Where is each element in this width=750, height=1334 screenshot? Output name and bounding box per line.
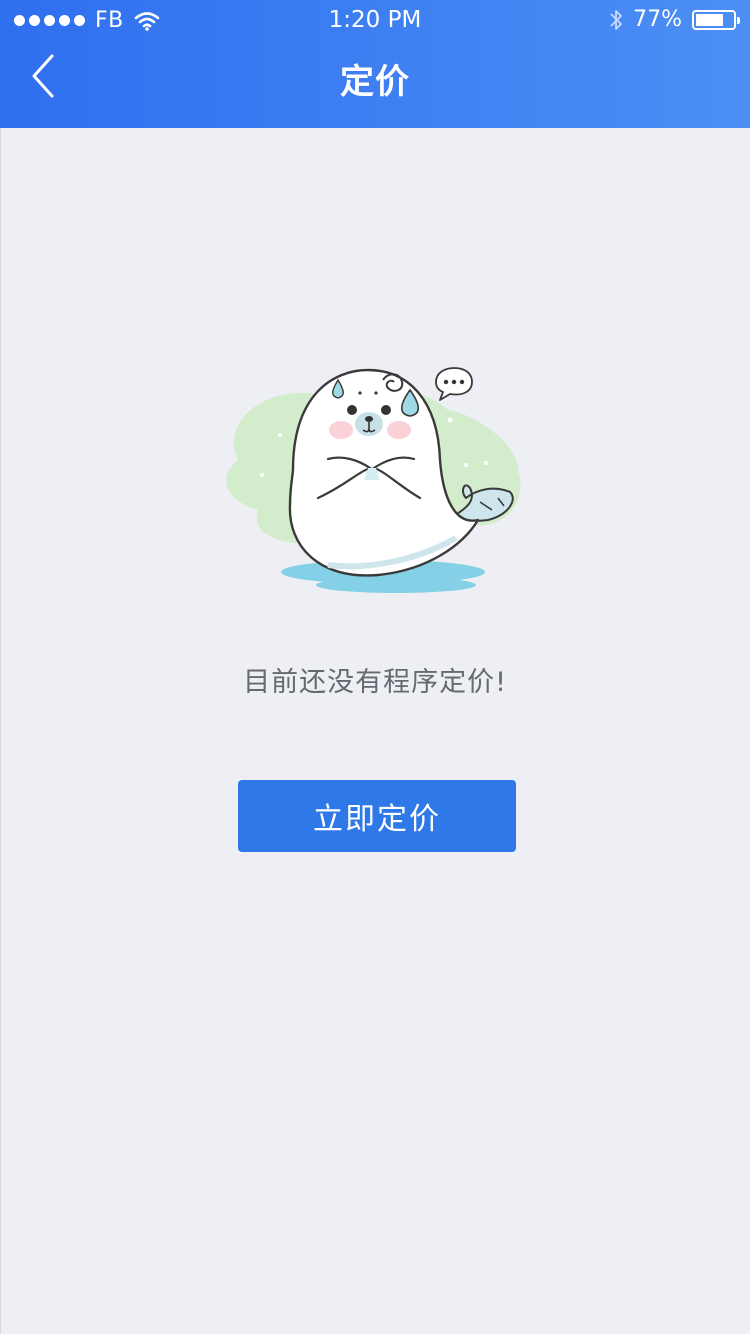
- battery-percent: 77%: [633, 7, 682, 32]
- price-now-button[interactable]: 立即定价: [238, 780, 516, 852]
- empty-state-message: 目前还没有程序定价!: [243, 667, 507, 698]
- seal-illustration: [226, 367, 521, 593]
- status-right: 77%: [609, 7, 740, 32]
- battery-tip: [737, 16, 740, 24]
- page-title: 定价: [340, 62, 410, 102]
- empty-state-illustration: [218, 360, 538, 610]
- bluetooth-icon: [610, 9, 622, 30]
- app-header: FB 1:20 PM 77% 定价: [0, 0, 750, 128]
- battery-fill: [696, 13, 723, 26]
- status-bar: FB 1:20 PM 77%: [0, 0, 750, 42]
- battery-icon: [692, 9, 740, 30]
- left-edge-line: [0, 128, 1, 1334]
